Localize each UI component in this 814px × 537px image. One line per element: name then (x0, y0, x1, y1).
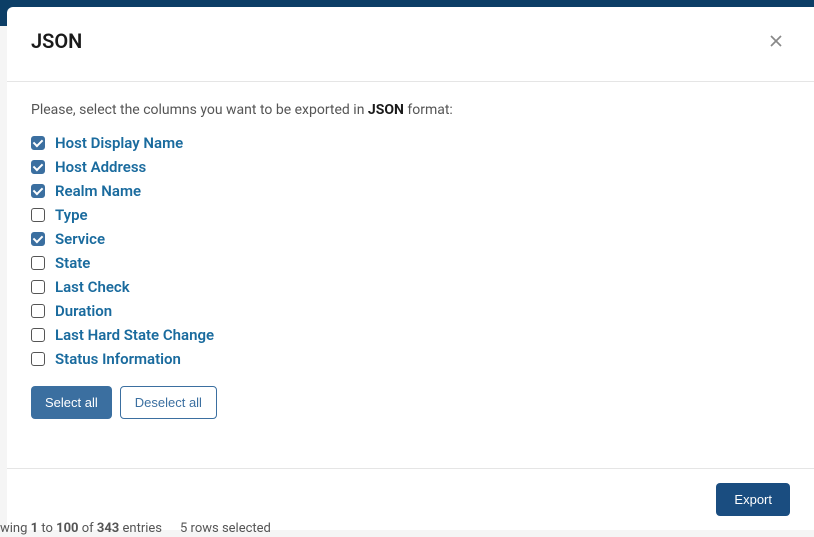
checkbox-label: Host Address (55, 158, 146, 176)
checkbox-label: Type (55, 206, 88, 224)
checkbox-icon (31, 160, 45, 174)
checkbox-item-duration[interactable]: Duration (31, 302, 790, 320)
column-checkbox-list: Host Display Name Host Address Realm Nam… (31, 134, 790, 368)
checkbox-label: Status Information (55, 350, 181, 368)
checkbox-label: Realm Name (55, 182, 141, 200)
checkbox-label: Service (55, 230, 105, 248)
instruction-prefix: Please, select the columns you want to b… (31, 102, 368, 118)
checkbox-item-state[interactable]: State (31, 254, 790, 272)
checkbox-icon (31, 232, 45, 246)
export-button[interactable]: Export (716, 483, 790, 516)
close-icon (766, 31, 786, 51)
checkbox-item-realm-name[interactable]: Realm Name (31, 182, 790, 200)
checkbox-icon (31, 184, 45, 198)
checkbox-label: Host Display Name (55, 134, 183, 152)
total-value: 343 (97, 521, 119, 536)
checkbox-icon (31, 256, 45, 270)
rows-selected: 5 rows selected (180, 521, 271, 536)
checkbox-item-last-hard-state-change[interactable]: Last Hard State Change (31, 326, 790, 344)
checkbox-item-host-address[interactable]: Host Address (31, 158, 790, 176)
checkbox-item-host-display-name[interactable]: Host Display Name (31, 134, 790, 152)
checkbox-icon (31, 136, 45, 150)
bulk-action-buttons: Select all Deselect all (31, 386, 790, 419)
modal-title: JSON (31, 29, 82, 53)
instruction-suffix: format: (404, 102, 453, 118)
checkbox-item-service[interactable]: Service (31, 230, 790, 248)
modal-body: Please, select the columns you want to b… (7, 82, 814, 468)
instruction-format: JSON (368, 102, 404, 118)
of-word: of (79, 521, 97, 536)
close-button[interactable] (762, 27, 790, 55)
export-json-modal: JSON Please, select the columns you want… (7, 7, 814, 530)
entries-word: entries (119, 521, 162, 536)
checkbox-label: Duration (55, 302, 112, 320)
checkbox-label: State (55, 254, 90, 272)
checkbox-item-type[interactable]: Type (31, 206, 790, 224)
checkbox-item-status-information[interactable]: Status Information (31, 350, 790, 368)
checkbox-icon (31, 280, 45, 294)
checkbox-icon (31, 304, 45, 318)
checkbox-icon (31, 208, 45, 222)
checkbox-icon (31, 328, 45, 342)
select-all-button[interactable]: Select all (31, 386, 112, 419)
deselect-all-button[interactable]: Deselect all (120, 386, 217, 419)
checkbox-item-last-check[interactable]: Last Check (31, 278, 790, 296)
checkbox-icon (31, 352, 45, 366)
checkbox-label: Last Check (55, 278, 130, 296)
to-value: 100 (56, 521, 78, 536)
from-value: 1 (31, 521, 38, 536)
to-word: to (38, 521, 56, 536)
table-footer-status: wing 1 to 100 of 343 entries 5 rows sele… (0, 521, 814, 537)
showing-prefix: wing (0, 521, 31, 536)
modal-header: JSON (7, 7, 814, 75)
entries-count: wing 1 to 100 of 343 entries (0, 521, 162, 536)
checkbox-label: Last Hard State Change (55, 326, 214, 344)
instruction-text: Please, select the columns you want to b… (31, 102, 790, 118)
